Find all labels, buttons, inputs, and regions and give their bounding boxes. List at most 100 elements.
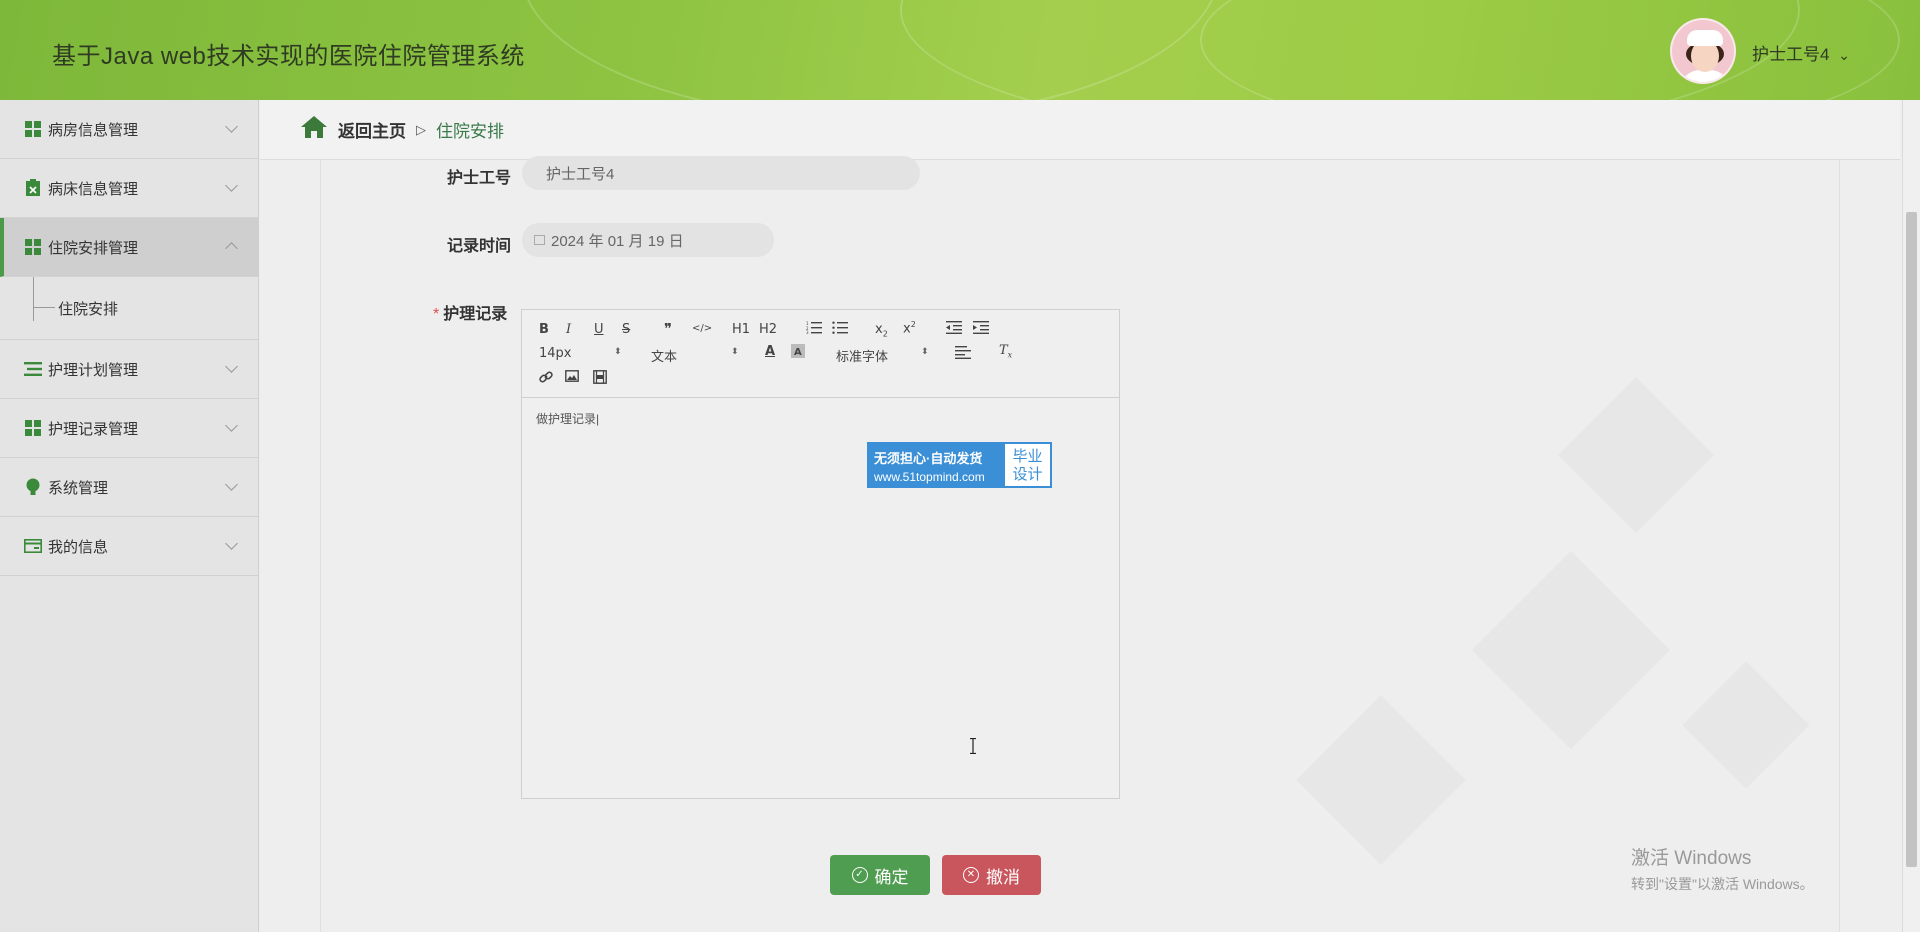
promo-banner: 无须担心·自动发货 www.51topmind.com 毕业 设计 [867, 442, 1052, 488]
record-time-value: 2024 年 01 月 19 日 [551, 232, 684, 250]
clipboard-x-icon [24, 179, 42, 197]
sidebar-item-my-info[interactable]: 我的信息 [0, 517, 258, 576]
sidebar-item-label: 病房信息管理 [48, 121, 139, 139]
svg-text:3: 3 [806, 330, 809, 334]
subscript-icon[interactable]: x2 [875, 322, 888, 339]
image-icon[interactable] [565, 370, 579, 386]
promo-line1: 无须担心·自动发货 [874, 451, 983, 466]
sidebar-item-label: 护理计划管理 [48, 361, 139, 379]
select-arrows-icon: ⬍ [614, 347, 622, 357]
sidebar-item-care-plan[interactable]: 护理计划管理 [0, 340, 258, 399]
sidebar-item-label: 病床信息管理 [48, 180, 139, 198]
cancel-button[interactable]: ✕ 撤消 [942, 855, 1041, 895]
sidebar-item-admission[interactable]: 住院安排管理 [0, 218, 258, 277]
italic-button[interactable]: I [566, 322, 571, 337]
top-header: 基于Java web技术实现的医院住院管理系统 护士工号4 ⌄ [0, 0, 1920, 100]
background-decoration [1472, 551, 1670, 749]
chevron-down-icon [225, 537, 238, 550]
nurse-id-label: 护士工号 [447, 170, 512, 187]
grid-icon [24, 238, 42, 256]
chevron-down-icon [225, 419, 238, 432]
nurse-id-value: 护士工号4 [546, 165, 615, 183]
scrollbar-thumb[interactable] [1906, 212, 1917, 867]
activation-title: 激活 Windows [1631, 848, 1752, 869]
clear-format-icon[interactable]: Tx [999, 343, 1012, 360]
font-size-value: 14px [539, 346, 572, 361]
sidebar-item-system[interactable]: 系统管理 [0, 458, 258, 517]
font-family-select[interactable]: 标准字体 ⬍ [836, 346, 931, 365]
editor-toolbar: B I U S ❞ </> H1 H2 123 x2 x2 14px ⬍ 文本 … [522, 310, 1119, 398]
select-arrows-icon: ⬍ [921, 347, 929, 357]
background-decoration [1682, 661, 1810, 789]
promo-right1: 毕业 [1012, 448, 1043, 465]
avatar[interactable] [1670, 18, 1736, 84]
chevron-down-icon [225, 360, 238, 373]
nursing-record-label: * 护理记录 [433, 300, 507, 324]
promo-line2: www.51topmind.com [874, 470, 985, 484]
outdent-icon[interactable] [946, 321, 962, 338]
lightbulb-icon [24, 478, 42, 496]
nursing-record-label-text: 护理记录 [443, 306, 508, 323]
font-family-value: 标准字体 [836, 350, 889, 365]
chevron-down-icon [225, 478, 238, 491]
superscript-icon[interactable]: x2 [903, 320, 916, 336]
grid-icon [24, 419, 42, 437]
blockquote-button[interactable]: ❞ [664, 320, 672, 338]
sidebar-item-ward-info[interactable]: 病房信息管理 [0, 100, 258, 159]
sidebar-item-label: 住院安排管理 [48, 239, 139, 257]
confirm-button[interactable]: ✓ 确定 [830, 855, 930, 895]
nurse-id-field[interactable]: 护士工号4 [522, 156, 920, 190]
sidebar-item-label: 护理记录管理 [48, 420, 139, 438]
required-mark: * [433, 306, 440, 323]
chevron-down-icon [225, 120, 238, 133]
bullet-list-icon[interactable] [832, 321, 848, 338]
video-icon[interactable] [593, 370, 607, 388]
breadcrumb-home-link[interactable]: 返回主页 [338, 117, 406, 142]
breadcrumb-current[interactable]: 住院安排 [436, 117, 504, 142]
sidebar-item-bed-info[interactable]: 病床信息管理 [0, 159, 258, 218]
breadcrumb-separator-icon: ▷ [416, 121, 426, 137]
font-color-icon[interactable]: A [765, 344, 775, 359]
link-icon[interactable] [539, 370, 553, 388]
user-menu[interactable]: 护士工号4 ⌄ [1752, 40, 1850, 65]
record-time-field[interactable]: 2024 年 01 月 19 日 [522, 223, 774, 257]
user-name: 护士工号4 [1752, 45, 1830, 64]
list-icon [24, 360, 42, 378]
select-arrows-icon: ⬍ [731, 347, 739, 357]
font-size-select[interactable]: 14px ⬍ [539, 346, 624, 361]
sidebar: 病房信息管理 病床信息管理 住院安排管理 住院安排 护理计划管理 护理记录管理 … [0, 100, 259, 932]
text-cursor-icon [970, 738, 976, 754]
rich-text-editor[interactable]: B I U S ❞ </> H1 H2 123 x2 x2 14px ⬍ 文本 … [521, 309, 1120, 799]
activation-subtitle: 转到"设置"以激活 Windows。 [1631, 876, 1814, 892]
heading2-button[interactable]: H2 [759, 322, 777, 337]
ordered-list-icon[interactable]: 123 [806, 321, 822, 338]
svg-text:A: A [794, 347, 802, 358]
chevron-down-icon: ⌄ [1838, 47, 1850, 63]
card-icon [24, 537, 42, 555]
vertical-scrollbar[interactable] [1902, 100, 1920, 932]
grid-icon [24, 120, 42, 138]
confirm-label: 确定 [874, 867, 909, 887]
calendar-icon [534, 235, 545, 245]
underline-button[interactable]: U [594, 322, 604, 337]
bold-button[interactable]: B [539, 322, 549, 337]
chevron-down-icon [225, 179, 238, 192]
background-color-icon[interactable]: A [791, 344, 805, 362]
breadcrumb: 返回主页 ▷ 住院安排 [260, 100, 1900, 160]
strike-button[interactable]: S [622, 322, 630, 337]
heading1-button[interactable]: H1 [732, 322, 750, 337]
windows-activation-watermark: 激活 Windows 转到"设置"以激活 Windows。 [1631, 843, 1814, 894]
chevron-up-icon [225, 242, 238, 255]
align-icon[interactable] [955, 346, 971, 363]
check-circle-icon: ✓ [851, 867, 868, 883]
editor-content[interactable]: 做护理记录| [536, 410, 599, 427]
sidebar-item-care-record[interactable]: 护理记录管理 [0, 399, 258, 458]
submenu-item-admission[interactable]: 住院安排 [58, 298, 118, 319]
text-type-select[interactable]: 文本 ⬍ [651, 346, 741, 365]
promo-right2: 设计 [1012, 466, 1043, 483]
indent-icon[interactable] [973, 321, 989, 338]
code-button[interactable]: </> [692, 323, 712, 334]
home-icon[interactable] [300, 115, 328, 144]
background-decoration [1558, 377, 1714, 533]
text-type-value: 文本 [651, 350, 678, 365]
